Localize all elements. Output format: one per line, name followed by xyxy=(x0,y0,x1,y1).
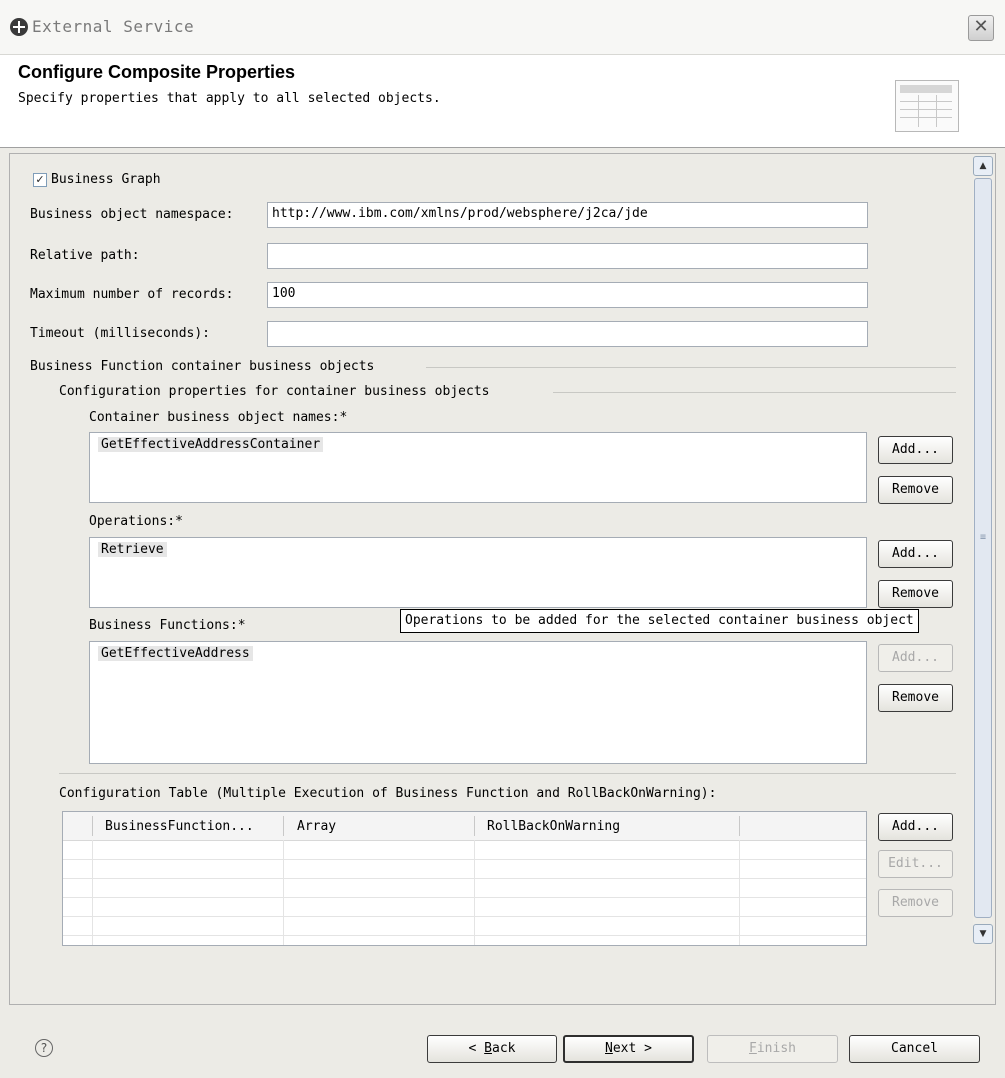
timeout-label: Timeout (milliseconds): xyxy=(30,326,211,341)
max-records-field[interactable]: 100 xyxy=(267,282,868,308)
column-header-business-function[interactable]: BusinessFunction... xyxy=(105,819,254,834)
namespace-label: Business object namespace: xyxy=(30,207,234,222)
cancel-button[interactable]: Cancel xyxy=(849,1035,980,1063)
page-title: Configure Composite Properties xyxy=(18,62,296,82)
list-item[interactable]: GetEffectiveAddress xyxy=(98,646,253,661)
list-item[interactable]: GetEffectiveAddressContainer xyxy=(98,437,324,452)
relative-path-field[interactable] xyxy=(267,243,868,269)
next-button[interactable]: Next > xyxy=(563,1035,694,1063)
table-add-button[interactable]: Add... xyxy=(878,813,953,841)
config-table-label: Configuration Table (Multiple Execution … xyxy=(59,786,717,801)
relative-path-label: Relative path: xyxy=(30,248,140,263)
back-button[interactable]: < Back xyxy=(427,1035,557,1063)
table-separator xyxy=(59,773,956,774)
operations-remove-button[interactable]: Remove xyxy=(878,580,953,608)
operations-label: Operations:* xyxy=(89,514,183,529)
close-button[interactable]: ✕ xyxy=(968,15,994,41)
max-records-label: Maximum number of records: xyxy=(30,287,234,302)
finish-button[interactable]: Finish xyxy=(707,1035,838,1063)
table-edit-button[interactable]: Edit... xyxy=(878,850,953,878)
back-mnemonic: B xyxy=(484,1041,492,1056)
finish-rest: inish xyxy=(756,1041,796,1056)
config-subgroup-separator xyxy=(553,392,956,393)
business-functions-add-button[interactable]: Add... xyxy=(878,644,953,672)
table-wizard-icon xyxy=(895,80,959,132)
column-header-array[interactable]: Array xyxy=(297,819,336,834)
scroll-down-button[interactable]: ▼ xyxy=(973,924,993,944)
operations-tooltip: Operations to be added for the selected … xyxy=(400,609,919,633)
business-functions-list[interactable]: GetEffectiveAddress xyxy=(89,641,867,764)
list-item[interactable]: Retrieve xyxy=(98,542,167,557)
container-group-separator xyxy=(426,367,956,368)
namespace-field[interactable]: http://www.ibm.com/xmlns/prod/websphere/… xyxy=(267,202,868,228)
help-icon[interactable]: ? xyxy=(35,1039,53,1057)
business-graph-label: Business Graph xyxy=(51,172,161,187)
page-description: Specify properties that apply to all sel… xyxy=(18,91,441,106)
container-names-label: Container business object names:* xyxy=(89,410,348,425)
operations-add-button[interactable]: Add... xyxy=(878,540,953,568)
config-table-header: BusinessFunction... Array RollBackOnWarn… xyxy=(63,812,866,841)
window-title: External Service xyxy=(32,17,195,36)
back-prefix: < xyxy=(468,1041,485,1056)
business-functions-label: Business Functions:* xyxy=(89,618,246,633)
app-icon xyxy=(10,18,28,36)
next-mnemonic: N xyxy=(605,1041,613,1056)
container-add-button[interactable]: Add... xyxy=(878,436,953,464)
config-subgroup-label: Configuration properties for container b… xyxy=(59,384,490,399)
table-remove-button[interactable]: Remove xyxy=(878,889,953,917)
container-remove-button[interactable]: Remove xyxy=(878,476,953,504)
scroll-up-button[interactable]: ▲ xyxy=(973,156,993,176)
back-rest: ack xyxy=(492,1041,516,1056)
container-group-label: Business Function container business obj… xyxy=(30,359,375,374)
operations-list[interactable]: Retrieve xyxy=(89,537,867,608)
business-graph-checkbox[interactable]: ✓ xyxy=(33,173,47,187)
timeout-field[interactable] xyxy=(267,321,868,347)
scrollbar-grip-icon: ≡ xyxy=(979,532,987,543)
column-header-rollback[interactable]: RollBackOnWarning xyxy=(487,819,620,834)
finish-mnemonic: F xyxy=(749,1041,757,1056)
next-rest: ext > xyxy=(612,1041,652,1056)
business-functions-remove-button[interactable]: Remove xyxy=(878,684,953,712)
container-names-list[interactable]: GetEffectiveAddressContainer xyxy=(89,432,867,503)
config-table[interactable]: BusinessFunction... Array RollBackOnWarn… xyxy=(62,811,867,946)
scrollbar-thumb[interactable] xyxy=(974,178,992,918)
